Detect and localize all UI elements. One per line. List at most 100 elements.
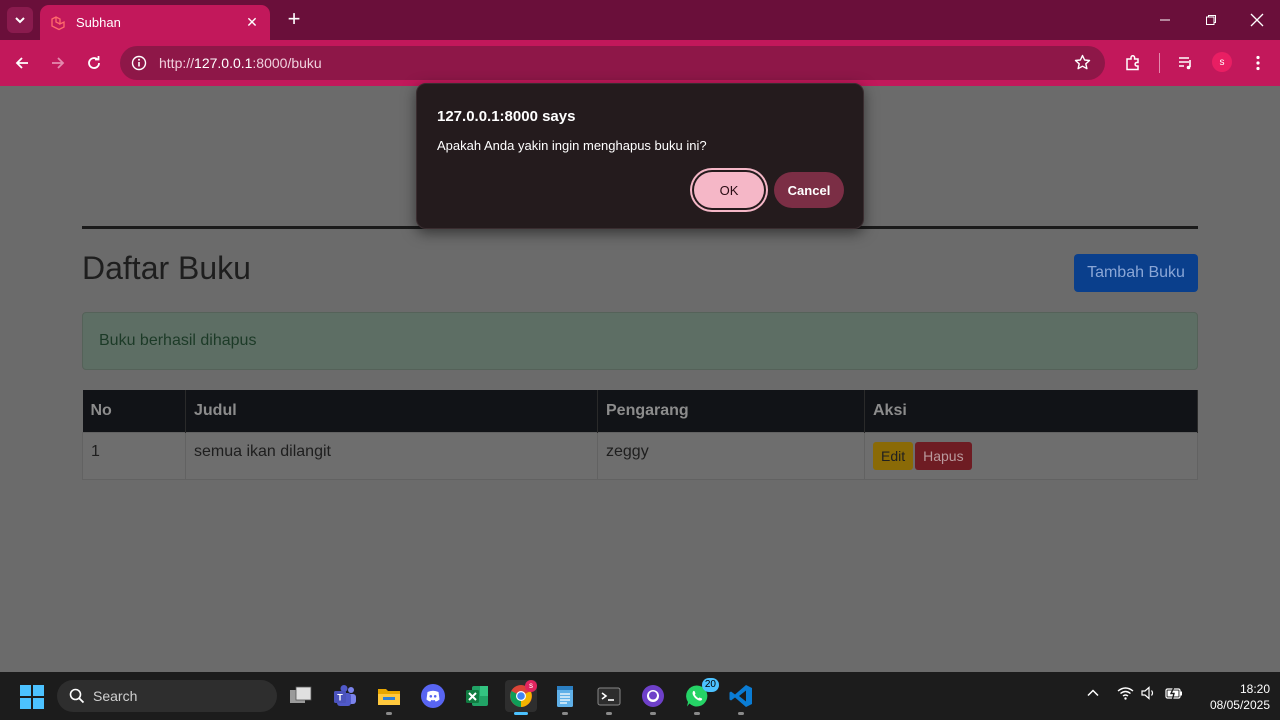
url-path: :8000/buku xyxy=(252,55,322,71)
windows-logo-tile xyxy=(33,698,44,709)
terminal-icon xyxy=(597,687,621,706)
books-table: No Judul Pengarang Aksi 1 semua ikan dil… xyxy=(82,390,1198,480)
show-hidden-icons-button[interactable] xyxy=(1086,686,1100,700)
confirm-dialog: 127.0.0.1:8000 says Apakah Anda yakin in… xyxy=(416,83,864,229)
tab-strip: Subhan ✕ + xyxy=(0,0,1280,40)
chevron-down-icon xyxy=(15,17,25,24)
forward-button[interactable] xyxy=(46,51,70,75)
discord-app[interactable] xyxy=(417,680,449,712)
terminal-app[interactable] xyxy=(593,680,625,715)
reload-button[interactable] xyxy=(82,51,106,75)
back-button[interactable] xyxy=(10,51,34,75)
folder-icon xyxy=(378,689,400,705)
restore-icon xyxy=(1206,15,1216,25)
vscode-app[interactable] xyxy=(725,680,757,715)
bookmark-star-icon[interactable] xyxy=(1074,54,1091,76)
excel-icon xyxy=(466,686,488,706)
whatsapp-notification-badge: 20 xyxy=(701,678,719,692)
active-indicator xyxy=(514,712,528,715)
arrow-right-icon xyxy=(52,57,65,69)
toolbar-separator xyxy=(1159,53,1160,73)
search-icon xyxy=(69,688,85,704)
teams-app[interactable]: T xyxy=(329,680,361,712)
system-clock[interactable]: 18:20 08/05/2025 xyxy=(1192,681,1270,713)
browser-toolbar: http://127.0.0.1:8000/buku s xyxy=(0,40,1280,86)
minimize-icon xyxy=(1160,19,1170,21)
tab-search-button[interactable] xyxy=(7,7,33,33)
puzzle-icon xyxy=(1126,54,1139,71)
battery-status[interactable] xyxy=(1165,686,1183,700)
close-icon xyxy=(1250,13,1264,27)
chrome-app[interactable]: s xyxy=(505,680,537,715)
reload-icon xyxy=(88,56,100,69)
running-indicator xyxy=(650,712,656,715)
dialog-message: Apakah Anda yakin ingin menghapus buku i… xyxy=(437,138,707,153)
restore-button[interactable] xyxy=(1199,8,1223,32)
cancel-button[interactable]: Cancel xyxy=(774,172,844,208)
address-bar[interactable]: http://127.0.0.1:8000/buku xyxy=(120,46,1105,80)
column-header-no: No xyxy=(82,390,186,432)
arrow-left-icon xyxy=(15,57,28,69)
media-queue-icon xyxy=(1179,57,1191,70)
close-tab-icon[interactable]: ✕ xyxy=(244,14,260,31)
volume-status[interactable] xyxy=(1141,686,1156,700)
start-button[interactable] xyxy=(20,685,44,709)
file-explorer-app[interactable] xyxy=(373,680,405,715)
clock-date: 08/05/2025 xyxy=(1209,698,1270,712)
running-indicator xyxy=(738,712,744,715)
wifi-status[interactable] xyxy=(1117,686,1134,700)
teams-icon: T xyxy=(334,685,356,706)
cell-no: 1 xyxy=(82,431,186,480)
notepad-icon xyxy=(557,686,573,707)
ok-button[interactable]: OK xyxy=(694,172,764,208)
taskbar-search[interactable]: Search xyxy=(57,680,277,712)
extensions-button[interactable] xyxy=(1121,51,1145,75)
tab-title: Subhan xyxy=(76,15,121,30)
running-indicator xyxy=(694,712,700,715)
column-header-judul: Judul xyxy=(185,390,598,432)
browser-menu-button[interactable] xyxy=(1246,51,1270,75)
table-row: 1 semua ikan dilangit zeggy Edit Hapus xyxy=(82,431,1198,480)
task-view-app[interactable] xyxy=(285,680,317,712)
chrome-profile-badge: s xyxy=(525,680,537,692)
cell-aksi: Edit Hapus xyxy=(864,431,1198,480)
site-info-icon[interactable] xyxy=(122,55,156,71)
cell-pengarang: zeggy xyxy=(597,431,865,480)
github-desktop-app[interactable] xyxy=(637,680,669,715)
vscode-icon xyxy=(729,685,752,707)
running-indicator xyxy=(606,712,612,715)
delete-button[interactable]: Hapus xyxy=(915,441,972,470)
cell-judul: semua ikan dilangit xyxy=(185,431,598,480)
whatsapp-app[interactable]: 20 xyxy=(681,678,719,715)
profile-avatar[interactable]: s xyxy=(1212,52,1232,72)
github-icon xyxy=(642,685,664,707)
running-indicator xyxy=(562,712,568,715)
dialog-title: 127.0.0.1:8000 says xyxy=(437,108,576,125)
windows-logo-tile xyxy=(20,685,31,696)
clock-time: 18:20 xyxy=(1239,682,1270,696)
windows-logo-tile xyxy=(33,685,44,696)
column-header-aksi: Aksi xyxy=(864,390,1198,432)
laravel-icon xyxy=(50,15,66,31)
page-title: Daftar Buku xyxy=(82,250,251,286)
column-header-pengarang: Pengarang xyxy=(597,390,865,432)
table-header-row: No Judul Pengarang Aksi xyxy=(82,390,1198,432)
url-text: http://127.0.0.1:8000/buku xyxy=(159,55,322,71)
media-control-button[interactable] xyxy=(1174,51,1198,75)
wifi-icon xyxy=(1117,687,1134,700)
more-vertical-icon xyxy=(1256,55,1260,71)
minimize-button[interactable] xyxy=(1153,8,1177,32)
notepad-app[interactable] xyxy=(549,680,581,715)
new-tab-button[interactable]: + xyxy=(282,8,306,32)
url-prefix: http:// xyxy=(159,55,195,71)
windows-logo-tile xyxy=(20,698,31,709)
add-book-button[interactable]: Tambah Buku xyxy=(1074,254,1198,292)
url-host: 127.0.0.1 xyxy=(194,55,253,71)
excel-app[interactable] xyxy=(461,680,493,712)
search-placeholder: Search xyxy=(93,688,138,704)
close-window-button[interactable] xyxy=(1245,8,1269,32)
browser-tab[interactable]: Subhan ✕ xyxy=(40,5,270,40)
task-view-icon xyxy=(290,686,312,703)
edit-button[interactable]: Edit xyxy=(873,441,914,470)
svg-text:T: T xyxy=(337,693,343,703)
